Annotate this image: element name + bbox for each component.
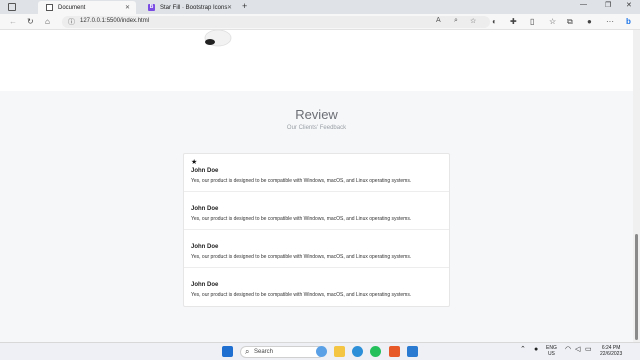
review-text: Yes, our product is designed to be compa… [191,254,412,260]
tab-title: Star Fill · Bootstrap Icons [160,4,228,11]
review-card: John Doe Yes, our product is designed to… [184,230,449,268]
document-favicon-icon [46,4,53,11]
web-page: Review Our Clients' Feedback ★ John Doe … [0,30,633,342]
bootstrap-favicon-icon: B [148,4,155,11]
region-code: US [547,351,555,357]
review-text: Yes, our product is designed to be compa… [191,292,412,298]
tab-actions-icon[interactable] [8,3,16,11]
review-section: Review Our Clients' Feedback ★ John Doe … [0,91,633,342]
edge-icon[interactable] [352,346,363,357]
tab-strip: Document ✕ B Star Fill · Bootstrap Icons… [0,0,640,14]
tab-title: Document [58,4,86,11]
address-bar[interactable]: ⓘ 127.0.0.1:5500/index.html A ⌕ ☆ [62,16,490,28]
search-label: Search [254,349,274,355]
site-info-icon[interactable]: ⓘ [68,17,75,27]
tab-document[interactable]: Document ✕ [38,1,136,14]
split-screen-icon[interactable]: ▯ [530,16,534,28]
close-tab-icon[interactable]: ✕ [125,4,130,11]
language-indicator[interactable]: ENG US [546,345,557,357]
clock-date: 22/6/2023 [600,351,623,357]
review-text: Yes, our product is designed to be compa… [191,216,412,222]
reviewer-name: John Doe [191,282,219,288]
puzzle-extensions-icon[interactable]: ✚ [510,16,517,28]
favorites-icon[interactable]: ☆ [549,16,556,28]
microphone-icon[interactable]: ● [534,346,538,353]
favorite-star-icon[interactable]: ☆ [470,17,476,25]
reviewer-name: John Doe [191,168,219,174]
vscode-icon[interactable] [407,346,418,357]
review-list: ★ John Doe Yes, our product is designed … [183,153,450,307]
review-card: John Doe Yes, our product is designed to… [184,192,449,230]
close-window-icon[interactable]: ✕ [626,1,632,9]
volume-icon[interactable]: ◁ [575,346,580,353]
clock[interactable]: 6:24 PM 22/6/2023 [600,345,622,357]
more-menu-icon[interactable]: ··· [606,16,614,28]
reviewer-name: John Doe [191,244,219,250]
back-icon[interactable]: ← [9,16,17,28]
windows-taskbar: ⌕ Search ⌃ ● ENG US ◠ ◁ ▭ 6:24 PM 22/6/2… [0,342,640,360]
whatsapp-icon[interactable] [370,346,381,357]
review-card: John Doe Yes, our product is designed to… [184,268,449,306]
show-hidden-icons-icon[interactable]: ⌃ [520,346,526,353]
tab-bootstrap-icons[interactable]: B Star Fill · Bootstrap Icons ✕ [140,1,238,14]
refresh-icon[interactable]: ↻ [27,16,34,28]
review-text: Yes, our product is designed to be compa… [191,178,412,184]
battery-icon[interactable]: ▭ [585,346,592,353]
address-url[interactable]: 127.0.0.1:5500/index.html [80,18,149,24]
wifi-icon[interactable]: ◠ [565,346,571,353]
profile-icon[interactable]: ● [587,16,592,28]
close-tab-icon[interactable]: ✕ [227,4,232,11]
zoom-icon[interactable]: ⌕ [454,17,458,25]
star-fill-icon: ★ [191,159,198,166]
scrollbar-thumb[interactable] [635,234,638,340]
copilot-icon[interactable]: b [626,16,631,28]
file-explorer-icon[interactable] [334,346,345,357]
bing-icon[interactable] [316,346,327,357]
search-icon: ⌕ [245,347,250,356]
read-aloud-icon[interactable]: A [436,17,441,24]
section-title: Review [295,107,338,122]
home-icon[interactable]: ⌂ [45,16,50,28]
brave-icon[interactable] [389,346,400,357]
page-scrollbar[interactable] [633,30,640,342]
minimize-icon[interactable]: — [580,1,587,8]
taskbar-search[interactable]: ⌕ Search [240,346,324,358]
review-card: ★ John Doe Yes, our product is designed … [184,154,449,192]
section-subtitle: Our Clients' Feedback [286,125,347,131]
earbud-image [204,30,232,47]
collections-icon[interactable]: ⧉ [567,16,573,28]
restore-icon[interactable]: ❐ [605,1,611,9]
start-icon[interactable] [222,346,233,357]
browser-toolbar: ← ↻ ⌂ ⓘ 127.0.0.1:5500/index.html A ⌕ ☆ … [0,14,640,30]
extension-icon[interactable]: ◐ [492,16,497,28]
reviewer-name: John Doe [191,206,219,212]
new-tab-icon[interactable]: + [242,1,247,11]
